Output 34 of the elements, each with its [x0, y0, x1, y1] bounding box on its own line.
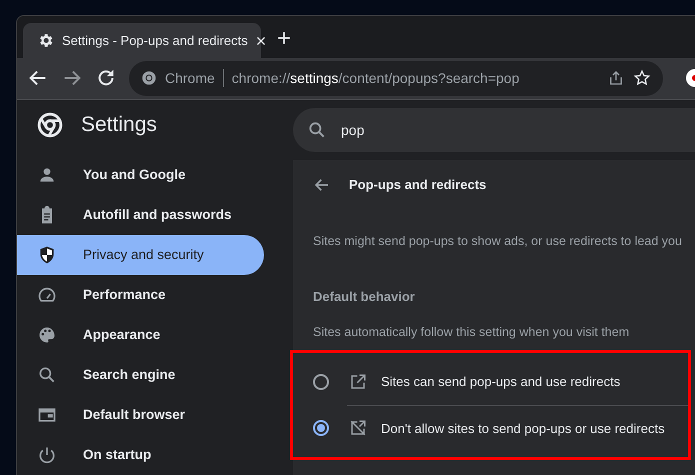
url-text: chrome://settings/content/popups?search=pop [232, 68, 520, 88]
sidebar-item[interactable]: Default browser [17, 395, 264, 435]
open-external-icon [349, 372, 367, 391]
tab-title: Settings - Pop-ups and redirects [62, 32, 248, 50]
share-icon[interactable] [607, 69, 625, 88]
chrome-logo-icon [37, 112, 63, 138]
extension-icon[interactable] [685, 68, 695, 88]
description-text: Sites might send pop-ups to show ads, or use redirects to lead you [313, 232, 683, 250]
blocked-popup-icon [349, 419, 367, 438]
page-title: Pop-ups and redirects [349, 176, 486, 194]
search-icon [307, 120, 327, 140]
search-icon [37, 365, 57, 385]
option-label[interactable]: Sites can send pop-ups and use redirects [381, 372, 620, 392]
section-title: Default behavior [313, 288, 416, 306]
new-tab-button[interactable]: + [277, 27, 292, 51]
search-field[interactable]: pop [293, 108, 695, 152]
radio-button[interactable] [313, 420, 329, 436]
sidebar-item[interactable]: You and Google [17, 155, 264, 195]
sidebar-item[interactable]: Autofill and passwords [17, 195, 264, 235]
sidebar-item[interactable]: Performance [17, 275, 264, 315]
chrome-logo-icon [141, 70, 157, 86]
sidebar-item[interactable]: Search engine [17, 355, 264, 395]
option-label[interactable]: Don't allow sites to send pop-ups or use redirects [381, 418, 665, 438]
site-label: Chrome [165, 68, 215, 88]
sidebar-item[interactable]: On startup [17, 435, 264, 475]
sidebar-item[interactable]: Privacy and security [17, 235, 264, 275]
settings-title: Settings [81, 112, 157, 138]
star-icon[interactable] [633, 69, 651, 88]
power-icon [37, 445, 57, 465]
radio-button[interactable] [313, 374, 329, 390]
address-bar[interactable]: Chrome chrome://settings/content/popups?search=pop [129, 60, 663, 96]
sidebar-item[interactable]: Appearance [17, 315, 264, 355]
section-subtitle: Sites automatically follow this setting when you visit them [313, 324, 630, 342]
palette-icon [37, 325, 57, 345]
